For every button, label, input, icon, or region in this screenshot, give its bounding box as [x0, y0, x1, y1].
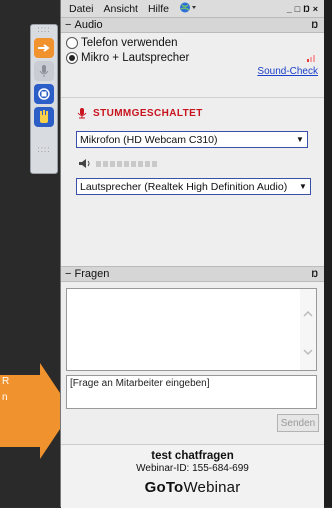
- collapse-icon: −: [65, 268, 75, 280]
- scrollbar[interactable]: [300, 289, 316, 370]
- gotowebinar-logo: GoToWebinar: [144, 479, 241, 496]
- radio-phone[interactable]: Telefon verwenden: [61, 35, 324, 50]
- questions-log[interactable]: [66, 288, 317, 371]
- sidebar-grip-bottom[interactable]: ::::: [31, 145, 57, 155]
- menu-ansicht[interactable]: Ansicht: [104, 3, 138, 15]
- expand-panel-button[interactable]: [34, 38, 54, 58]
- radio-mic[interactable]: Mikro + Lautsprecher: [61, 50, 324, 65]
- arrow-right-icon: [38, 44, 50, 52]
- maximize-button[interactable]: □: [295, 4, 300, 14]
- radio-button[interactable]: [66, 36, 78, 49]
- menu-hilfe[interactable]: Hilfe: [148, 3, 169, 15]
- raise-hand-button[interactable]: [34, 107, 54, 127]
- radio-button-selected[interactable]: [66, 51, 78, 64]
- questions-title: Fragen: [74, 268, 110, 280]
- question-input[interactable]: [Frage an Mitarbeiter eingeben]: [66, 375, 317, 409]
- globe-icon: [179, 2, 196, 12]
- speaker-select[interactable]: Lautsprecher (Realtek High Definition Au…: [76, 178, 311, 195]
- speaker-level: [78, 158, 166, 169]
- volume-meter: [96, 160, 157, 167]
- restore-button[interactable]: Ŋ: [303, 4, 310, 14]
- minimize-button[interactable]: _: [287, 4, 292, 14]
- screen-icon: [38, 88, 50, 100]
- mute-status: STUMMGESCHALTET: [77, 107, 203, 119]
- popout-icon[interactable]: Ŋ: [311, 269, 318, 279]
- globe-menu[interactable]: [179, 2, 197, 16]
- menu-bar: Datei Ansicht Hilfe _ □ Ŋ ×: [61, 0, 324, 17]
- chevron-down-icon: ▼: [299, 182, 307, 191]
- microphone-muted-icon: [77, 108, 87, 119]
- session-title: test chatfragen: [151, 450, 234, 462]
- audio-section-header[interactable]: − Audio Ŋ: [61, 17, 324, 33]
- divider: [61, 97, 324, 98]
- questions-section-header[interactable]: − Fragen Ŋ: [61, 266, 324, 282]
- hand-icon: [40, 110, 48, 123]
- sound-check-link[interactable]: Sound-Check: [257, 66, 318, 77]
- send-button[interactable]: Senden: [277, 414, 319, 432]
- webinar-id: Webinar-ID: 155-684-699: [136, 463, 249, 474]
- microphone-icon: [39, 65, 49, 77]
- speaker-icon: [79, 159, 90, 168]
- scroll-arrows: [303, 310, 313, 356]
- signal-bars-icon: [307, 54, 315, 62]
- session-footer: test chatfragen Webinar-ID: 155-684-699 …: [61, 444, 324, 508]
- close-button[interactable]: ×: [313, 4, 318, 14]
- menu-datei[interactable]: Datei: [69, 3, 94, 15]
- desktop-background-right: [323, 0, 332, 507]
- popout-icon[interactable]: Ŋ: [311, 20, 318, 30]
- control-sidebar: :::: ::::: [30, 24, 58, 174]
- chevron-down-icon: ▼: [296, 135, 304, 144]
- microphone-button[interactable]: [34, 61, 54, 81]
- gotowebinar-panel: Datei Ansicht Hilfe _ □ Ŋ × − Audio Ŋ Te…: [60, 0, 324, 508]
- sidebar-grip[interactable]: ::::: [31, 25, 57, 35]
- screen-button[interactable]: [34, 84, 54, 104]
- collapse-icon: −: [65, 19, 75, 31]
- audio-title: Audio: [74, 19, 103, 31]
- arrow-text: R n: [2, 376, 10, 403]
- microphone-select[interactable]: Mikrofon (HD Webcam C310) ▼: [76, 131, 308, 148]
